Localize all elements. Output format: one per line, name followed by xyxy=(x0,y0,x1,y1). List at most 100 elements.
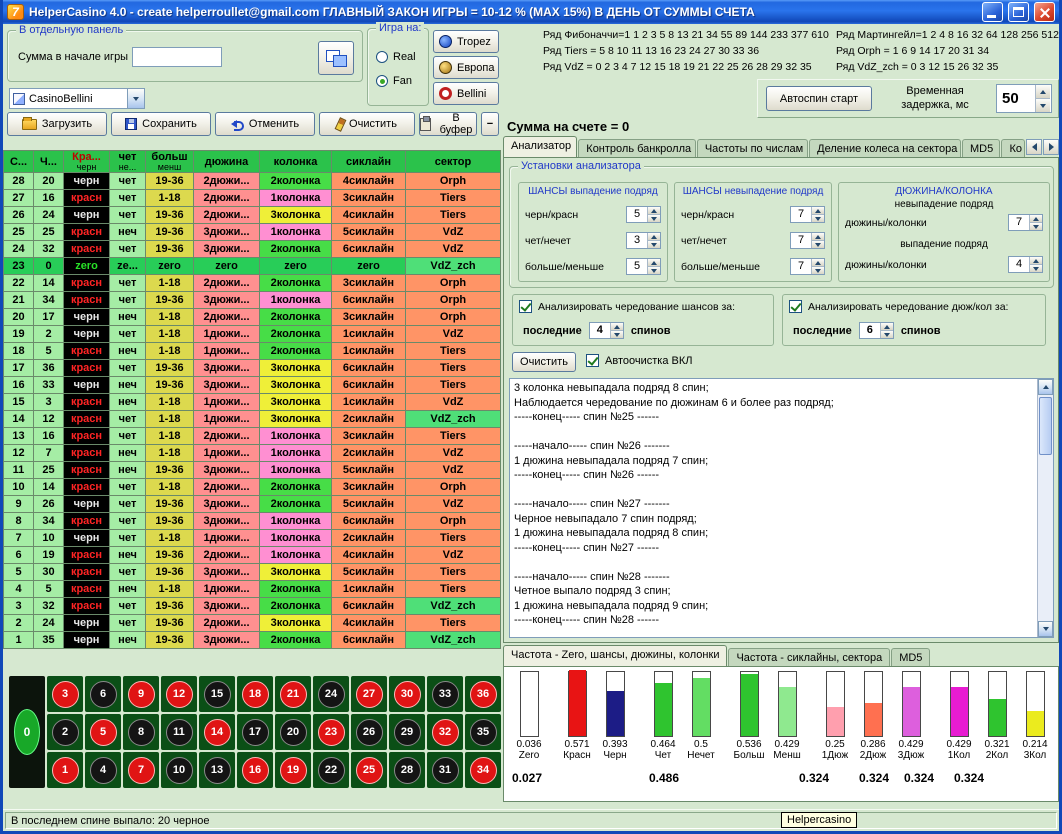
scroll-up-icon[interactable] xyxy=(1038,379,1053,395)
to-clipboard-button[interactable]: В буфер xyxy=(419,112,477,136)
setting-spinner[interactable]: 3 xyxy=(626,232,661,249)
spin-up-icon[interactable] xyxy=(1029,257,1042,264)
table-row[interactable]: 192чернчет1-181дюжи...2колонка1сиклайнVd… xyxy=(4,326,501,343)
tab-2[interactable]: Частоты по числам xyxy=(697,139,808,157)
dropdown-arrow-icon[interactable] xyxy=(127,89,144,108)
undo-button[interactable]: Отменить xyxy=(215,112,315,136)
spin-down-icon[interactable] xyxy=(1029,264,1042,272)
spin-up-icon[interactable] xyxy=(811,207,824,214)
analysis-log[interactable]: 3 колонка невыпадала подряд 8 спин; Набл… xyxy=(509,378,1054,638)
freq-tab-0[interactable]: Частота - Zero, шансы, дюжины, колонки xyxy=(503,645,727,666)
close-button[interactable] xyxy=(1034,2,1055,22)
radio-icon[interactable] xyxy=(376,75,388,87)
table-row[interactable]: 1736краснчет19-363дюжи...3колонка6сиклай… xyxy=(4,360,501,377)
spin-up-icon[interactable] xyxy=(647,259,660,266)
autospin-start-button[interactable]: Автоспин старт xyxy=(766,86,872,111)
table-row[interactable]: 619красннеч19-362дюжи...1колонка4сиклайн… xyxy=(4,547,501,564)
roulette-number[interactable]: 24 xyxy=(313,676,349,712)
table-row[interactable]: 1125красннеч19-363дюжи...1колонка5сиклай… xyxy=(4,462,501,479)
tropez-button[interactable]: Tropez xyxy=(433,30,499,53)
setting-spinner[interactable]: 7 xyxy=(790,258,825,275)
roulette-number[interactable]: 33 xyxy=(427,676,463,712)
setting-spinner[interactable]: 7 xyxy=(790,206,825,223)
roulette-number[interactable]: 6 xyxy=(85,676,121,712)
table-row[interactable]: 153красннеч1-181дюжи...3колонка1сиклайнV… xyxy=(4,394,501,411)
alternation-chances-checkbox[interactable] xyxy=(519,300,532,313)
load-button[interactable]: Загрузить xyxy=(7,112,107,136)
spin-up-icon[interactable] xyxy=(1035,85,1050,98)
roulette-number[interactable]: 18 xyxy=(237,676,273,712)
spin-up-icon[interactable] xyxy=(811,233,824,240)
clear-log-button[interactable]: Очистить xyxy=(512,352,576,372)
roulette-number[interactable]: 28 xyxy=(389,752,425,788)
roulette-zero[interactable]: 0 xyxy=(9,676,45,788)
spin-down-icon[interactable] xyxy=(610,330,623,338)
radio-icon[interactable] xyxy=(376,51,388,63)
freq-tab-2[interactable]: MD5 xyxy=(891,648,930,666)
roulette-number[interactable]: 34 xyxy=(465,752,501,788)
table-row[interactable]: 1633черннеч19-363дюжи...3колонка6сиклайн… xyxy=(4,377,501,394)
roulette-number[interactable]: 26 xyxy=(351,714,387,750)
spin-up-icon[interactable] xyxy=(610,323,623,330)
table-row[interactable]: 332краснчет19-363дюжи...2колонка6сиклайн… xyxy=(4,598,501,615)
autoclean-checkbox[interactable] xyxy=(586,354,599,367)
roulette-number[interactable]: 12 xyxy=(161,676,197,712)
title-bar[interactable]: 7 HelperCasino 4.0 - create helperroulle… xyxy=(3,0,1059,24)
table-row[interactable]: 224чернчет19-362дюжи...3колонка4сиклайнT… xyxy=(4,615,501,632)
roulette-number[interactable]: 30 xyxy=(389,676,425,712)
setting-spinner[interactable]: 7 xyxy=(1008,214,1043,231)
roulette-number[interactable]: 15 xyxy=(199,676,235,712)
table-row[interactable]: 127красннеч1-181дюжи...1колонка2сиклайнV… xyxy=(4,445,501,462)
last-spins-spinner[interactable]: 4 xyxy=(589,322,624,339)
spin-down-icon[interactable] xyxy=(1035,98,1050,112)
roulette-number[interactable]: 7 xyxy=(123,752,159,788)
roulette-number[interactable]: 25 xyxy=(351,752,387,788)
tab-3[interactable]: Деление колеса на сектора xyxy=(809,139,961,157)
roulette-number[interactable]: 31 xyxy=(427,752,463,788)
roulette-number[interactable]: 3 xyxy=(47,676,83,712)
roulette-number[interactable]: 16 xyxy=(237,752,273,788)
roulette-number[interactable]: 4 xyxy=(85,752,121,788)
start-sum-input[interactable] xyxy=(132,47,222,67)
spin-down-icon[interactable] xyxy=(647,266,660,274)
casino-select[interactable]: CasinoBellini xyxy=(9,88,145,109)
minimize-button[interactable] xyxy=(982,2,1003,22)
spin-down-icon[interactable] xyxy=(647,240,660,248)
roulette-number[interactable]: 29 xyxy=(389,714,425,750)
spin-down-icon[interactable] xyxy=(1029,222,1042,230)
scrollbar[interactable] xyxy=(1037,379,1053,637)
roulette-number[interactable]: 21 xyxy=(275,676,311,712)
delay-spinner[interactable] xyxy=(996,84,1052,113)
radio-real[interactable]: Real xyxy=(376,51,416,63)
roulette-number[interactable]: 5 xyxy=(85,714,121,750)
delay-input[interactable] xyxy=(997,85,1035,112)
roulette-number[interactable]: 9 xyxy=(123,676,159,712)
table-row[interactable]: 2214краснчет1-182дюжи...2колонка3сиклайн… xyxy=(4,275,501,292)
roulette-number[interactable]: 10 xyxy=(161,752,197,788)
maximize-button[interactable] xyxy=(1008,2,1029,22)
tab-1[interactable]: Контроль банкролла xyxy=(578,139,696,157)
setting-spinner[interactable]: 4 xyxy=(1008,256,1043,273)
roulette-number[interactable]: 19 xyxy=(275,752,311,788)
table-row[interactable]: 2624чернчет19-362дюжи...3колонка4сиклайн… xyxy=(4,207,501,224)
tab-4[interactable]: MD5 xyxy=(962,139,1001,157)
spin-up-icon[interactable] xyxy=(1029,215,1042,222)
tab-scroll-right-icon[interactable] xyxy=(1043,139,1059,155)
table-row[interactable]: 135черннеч19-363дюжи...2колонка6сиклайнV… xyxy=(4,632,501,649)
setting-spinner[interactable]: 5 xyxy=(626,258,661,275)
roulette-number[interactable]: 14 xyxy=(199,714,235,750)
detach-panel-button[interactable] xyxy=(318,41,354,75)
table-row[interactable]: 834краснчет19-363дюжи...1колонка6сиклайн… xyxy=(4,513,501,530)
table-row[interactable]: 2017черннеч1-182дюжи...2колонка3сиклайнO… xyxy=(4,309,501,326)
roulette-number[interactable]: 35 xyxy=(465,714,501,750)
spin-down-icon[interactable] xyxy=(811,240,824,248)
table-row[interactable]: 1412краснчет1-181дюжи...3колонка2сиклайн… xyxy=(4,411,501,428)
table-row[interactable]: 1316краснчет1-182дюжи...1колонка3сиклайн… xyxy=(4,428,501,445)
spin-up-icon[interactable] xyxy=(647,233,660,240)
table-row[interactable]: 185красннеч1-181дюжи...2колонка1сиклайнT… xyxy=(4,343,501,360)
table-row[interactable]: 710чернчет1-181дюжи...1колонка2сиклайнTi… xyxy=(4,530,501,547)
table-row[interactable]: 2820чернчет19-362дюжи...2колонка4сиклайн… xyxy=(4,173,501,190)
roulette-number[interactable]: 8 xyxy=(123,714,159,750)
bellini-button[interactable]: Bellini xyxy=(433,82,499,105)
alternation-dozen-checkbox[interactable] xyxy=(789,300,802,313)
